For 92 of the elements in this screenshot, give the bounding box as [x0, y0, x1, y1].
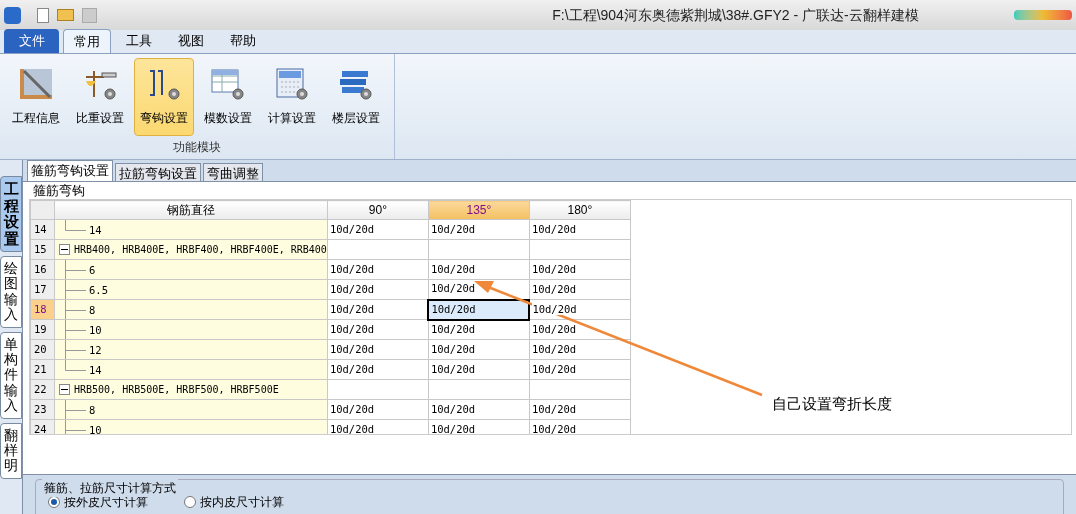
hook-length-cell[interactable]: 10d/20d	[327, 279, 429, 300]
hook-length-cell[interactable]: 10d/20d	[327, 359, 429, 380]
tree-label: 10	[89, 323, 102, 339]
ribbon-button[interactable]: 比重设置	[70, 58, 130, 136]
row-number: 18	[30, 299, 55, 320]
column-header[interactable]: 180°	[529, 200, 631, 220]
tree-label: 8	[89, 403, 96, 419]
tree-label: 14	[89, 363, 102, 379]
hook-length-cell[interactable]: 10d/20d	[428, 419, 530, 434]
hook-length-cell[interactable]: 10d/20d	[529, 279, 631, 300]
ribbon-tab[interactable]: 工具	[115, 29, 163, 53]
calculator-gear-icon	[274, 67, 310, 101]
hook-length-cell[interactable]: 10d/20d	[327, 259, 429, 280]
side-tab[interactable]: 翻样明	[0, 422, 22, 479]
group-label: 功能模块	[173, 139, 221, 156]
save-icon[interactable]	[82, 7, 97, 23]
hook-length-cell[interactable]: 10d/20d	[327, 319, 429, 340]
new-file-icon[interactable]	[37, 7, 49, 23]
hook-length-cell[interactable]	[529, 379, 631, 400]
app-logo-icon	[4, 6, 21, 24]
collapse-toggle-icon[interactable]	[59, 244, 70, 255]
row-number: 23	[30, 399, 55, 420]
row-number: 20	[30, 339, 55, 360]
hook-length-cell[interactable]: 10d/20d	[428, 399, 530, 420]
group-title: 箍筋弯钩	[32, 183, 86, 199]
hook-length-cell[interactable]	[327, 379, 429, 400]
hook-length-cell[interactable]	[327, 239, 429, 260]
folder-icon[interactable]	[57, 9, 74, 21]
row-number: 14	[30, 219, 55, 240]
hook-length-cell[interactable]: 10d/20d	[529, 219, 631, 240]
hook-length-cell[interactable]: 10d/20d	[529, 319, 631, 340]
meter-drawing	[1014, 10, 1072, 20]
table-gear-icon	[210, 67, 246, 101]
hook-length-cell[interactable]	[428, 239, 530, 260]
hook-length-cell[interactable]	[529, 239, 631, 260]
row-number: 22	[30, 379, 55, 400]
tree-label: 6.5	[89, 283, 108, 299]
tree-label: 12	[89, 343, 102, 359]
hook-length-cell[interactable]: 10d/20d	[428, 319, 530, 340]
row-number: 19	[30, 319, 55, 340]
ribbon-button[interactable]: 工程信息	[6, 58, 66, 136]
hook-length-cell[interactable]: 10d/20d	[529, 419, 631, 434]
ribbon-button[interactable]: 模数设置	[198, 58, 258, 136]
ribbon-tab[interactable]: 视图	[167, 29, 215, 53]
settings-tab[interactable]: 拉筋弯钩设置	[115, 163, 201, 181]
column-header[interactable]: 135°	[428, 200, 530, 220]
ribbon-tab[interactable]: 常用	[63, 29, 111, 53]
row-number: 16	[30, 259, 55, 280]
ribbon-button[interactable]: 计算设置	[262, 58, 322, 136]
hook-length-cell[interactable]: 10d/20d	[529, 359, 631, 380]
ribbon-button[interactable]: 弯钩设置	[134, 58, 194, 136]
hook-length-cell[interactable]: 10d/20d	[529, 299, 631, 320]
drafting-board-icon	[18, 67, 54, 101]
settings-tab[interactable]: 箍筋弯钩设置	[27, 160, 113, 181]
hook-length-cell[interactable]: 10d/20d	[428, 359, 530, 380]
collapse-toggle-icon[interactable]	[59, 384, 70, 395]
hook-length-cell[interactable]: 10d/20d	[529, 399, 631, 420]
hook-length-cell[interactable]: 10d/20d	[428, 259, 530, 280]
tree-label: HRB500, HRB500E, HRBF500, HRBF500E	[74, 383, 279, 397]
column-header[interactable]: 90°	[327, 200, 429, 220]
side-tab[interactable]: 绘图输入	[0, 256, 22, 328]
hook-length-cell[interactable]: 10d/20d	[529, 259, 631, 280]
tree-label: 14	[89, 223, 102, 239]
hook-length-cell[interactable]: 10d/20d	[327, 219, 429, 240]
side-tab[interactable]: 单构件输入	[0, 331, 22, 419]
file-tab[interactable]: 文件	[4, 29, 59, 53]
ribbon-button[interactable]: 楼层设置	[326, 58, 386, 136]
hook-length-cell[interactable]: 10d/20d	[428, 299, 530, 320]
hook-length-cell[interactable]: 10d/20d	[529, 339, 631, 360]
row-number: 21	[30, 359, 55, 380]
hook-length-cell[interactable]: 10d/20d	[327, 339, 429, 360]
tree-label: 8	[89, 303, 96, 319]
annotation-text: 自己设置弯折长度	[772, 394, 892, 414]
hook-length-cell[interactable]: 10d/20d	[428, 219, 530, 240]
radio-option[interactable]: 按内皮尺寸计算	[184, 495, 284, 509]
tree-label: 6	[89, 263, 96, 279]
hook-length-cell[interactable]: 10d/20d	[327, 419, 429, 434]
tree-label: 10	[89, 423, 102, 434]
radio-button[interactable]	[184, 496, 196, 508]
row-number: 15	[30, 239, 55, 260]
hook-length-cell[interactable]	[428, 379, 530, 400]
hook-length-cell[interactable]: 10d/20d	[327, 399, 429, 420]
group-title: 箍筋、拉筋尺寸计算方式	[42, 479, 178, 497]
window-title: F:\工程\904河东奥德紫荆城\38#.GFY2 - 广联达-云翻样建模	[552, 6, 919, 23]
hook-length-cell[interactable]: 10d/20d	[428, 339, 530, 360]
side-tab[interactable]: 工程设置	[0, 176, 22, 252]
settings-tab[interactable]: 弯曲调整	[203, 163, 263, 181]
radio-option[interactable]: 按外皮尺寸计算	[48, 495, 148, 509]
column-header[interactable]: 钢筋直径	[54, 200, 328, 220]
row-number: 17	[30, 279, 55, 300]
ribbon-tab[interactable]: 帮助	[219, 29, 267, 53]
tree-label: HRB400, HRB400E, HRBF400, HRBF400E, RRB400	[74, 243, 327, 257]
